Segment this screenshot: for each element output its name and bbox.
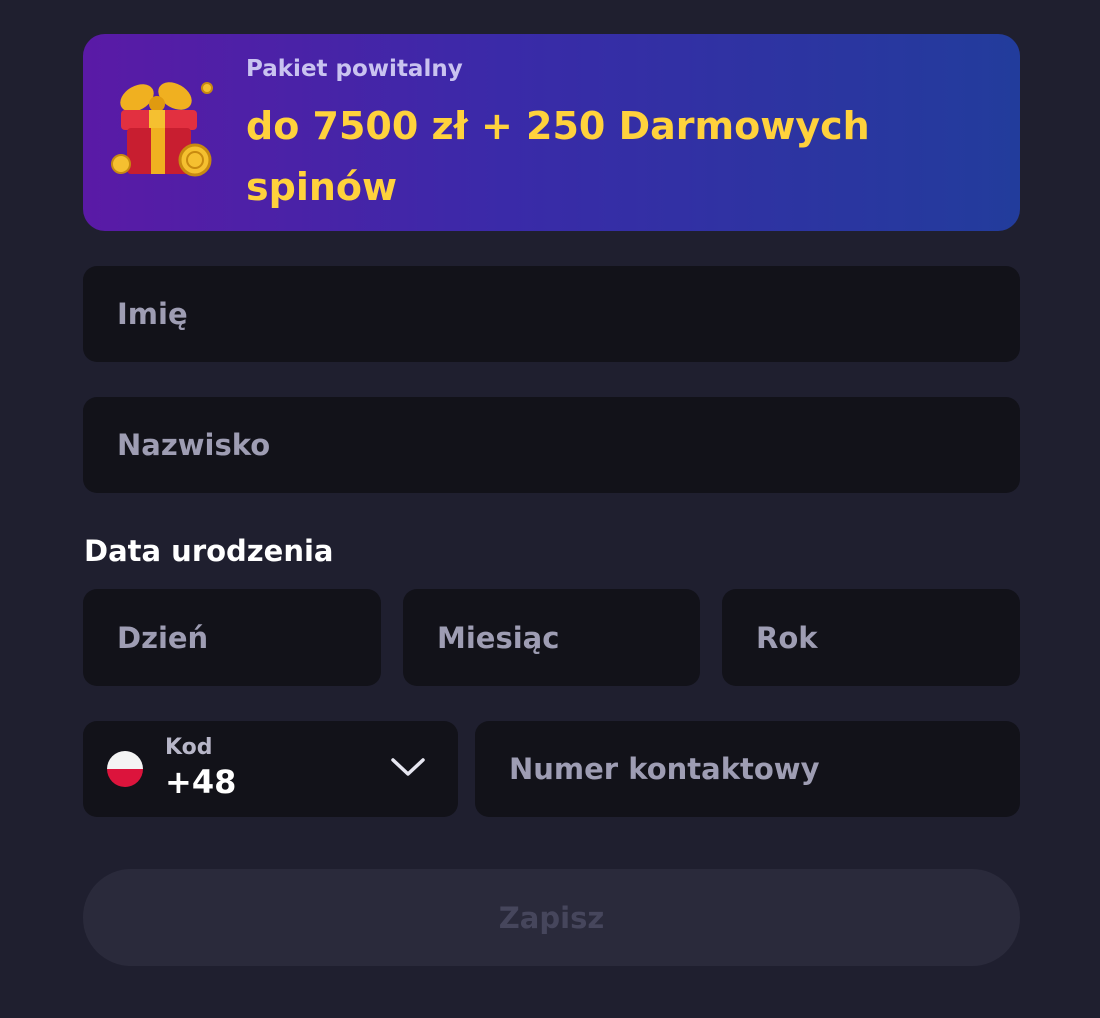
phone-number-field-container — [475, 721, 1020, 817]
banner-title: do 7500 zł + 250 Darmowych spinów — [246, 104, 870, 209]
save-button[interactable]: Zapisz — [83, 869, 1020, 966]
chevron-down-icon — [391, 758, 425, 776]
birth-month-input[interactable] — [403, 589, 700, 686]
birth-year-field-container — [722, 589, 1020, 686]
banner-subtitle: Pakiet powitalny — [246, 56, 463, 82]
registration-page: Pakiet powitalny do 7500 zł + 250 Darmow… — [0, 0, 1100, 1018]
poland-flag-icon — [107, 751, 143, 787]
birth-month-field-container — [403, 589, 700, 686]
phone-number-input[interactable] — [475, 721, 1020, 817]
country-code-label: Kod — [165, 735, 213, 760]
country-code-select[interactable]: Kod +48 — [83, 721, 458, 817]
birth-date-label: Data urodzenia — [84, 534, 334, 568]
welcome-bonus-banner: Pakiet powitalny do 7500 zł + 250 Darmow… — [83, 34, 1020, 231]
first-name-field-container — [83, 266, 1020, 362]
first-name-input[interactable] — [83, 266, 1020, 362]
gift-with-coins-icon — [111, 82, 213, 177]
country-code-value: +48 — [165, 763, 237, 801]
last-name-field-container — [83, 397, 1020, 493]
last-name-input[interactable] — [83, 397, 1020, 493]
birth-day-field-container — [83, 589, 381, 686]
birth-year-input[interactable] — [722, 589, 1020, 686]
birth-day-input[interactable] — [83, 589, 381, 686]
